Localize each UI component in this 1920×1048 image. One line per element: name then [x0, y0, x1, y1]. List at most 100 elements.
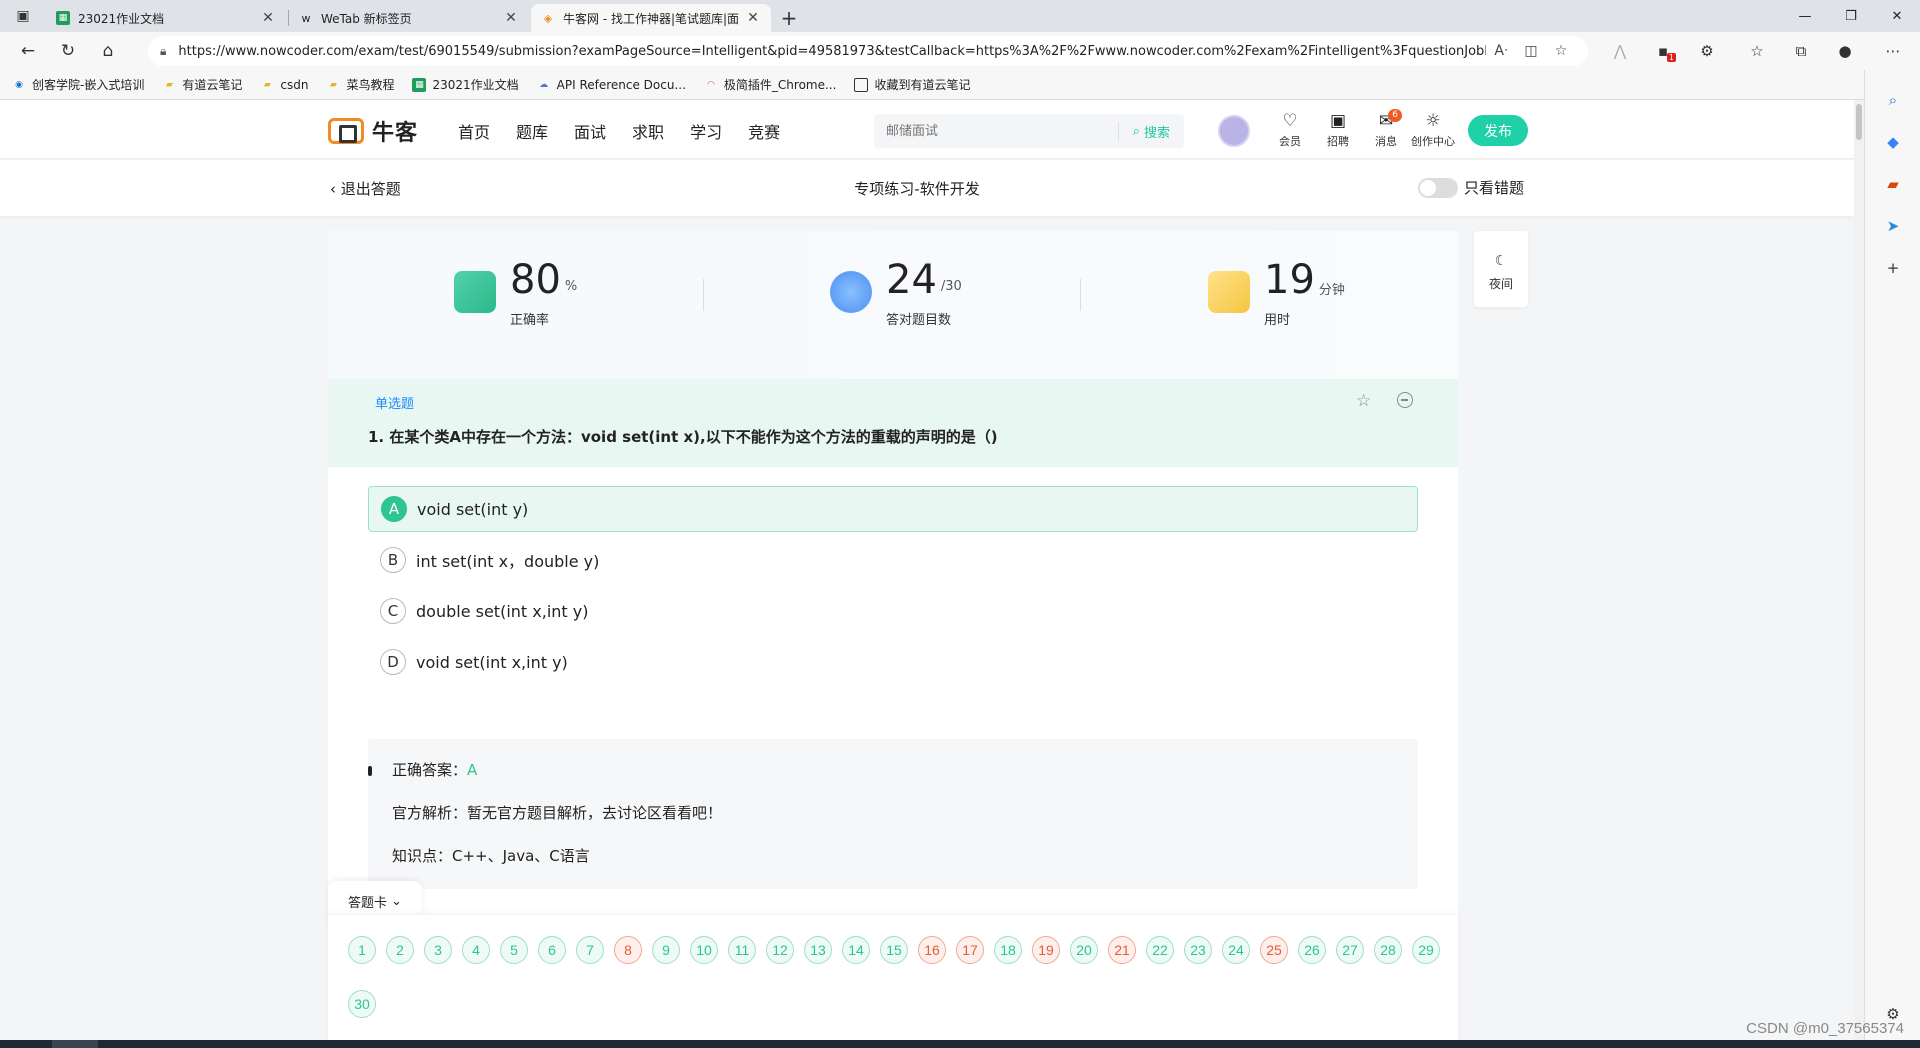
- profile-icon[interactable]: ●: [1830, 38, 1860, 64]
- answer-card-cell-4[interactable]: 4: [462, 936, 490, 964]
- answer-card-cell-28[interactable]: 28: [1374, 936, 1402, 964]
- avatar[interactable]: [1218, 115, 1250, 147]
- search-button[interactable]: ⌕ 搜索: [1117, 121, 1184, 141]
- answer-card-cell-6[interactable]: 6: [538, 936, 566, 964]
- bookmark-item[interactable]: ▰ csdn: [260, 78, 309, 92]
- answer-card-cell-18[interactable]: 18: [994, 936, 1022, 964]
- answer-card-cell-7[interactable]: 7: [576, 936, 604, 964]
- answer-card-cell-5[interactable]: 5: [500, 936, 528, 964]
- answer-card-cell-3[interactable]: 3: [424, 936, 452, 964]
- new-tab-button[interactable]: +: [773, 4, 805, 32]
- answer-card-cell-12[interactable]: 12: [766, 936, 794, 964]
- answer-card-cell-17[interactable]: 17: [956, 936, 984, 964]
- favorite-star-icon[interactable]: ☆: [1546, 43, 1576, 59]
- answer-card-cell-13[interactable]: 13: [804, 936, 832, 964]
- restore-icon[interactable]: ❐: [1828, 0, 1874, 32]
- extension-badge-icon[interactable]: ▪ 1: [1648, 38, 1678, 64]
- address-bar[interactable]: 🔒︎ https://www.nowcoder.com/exam/test/69…: [148, 36, 1588, 66]
- tools-icon[interactable]: ▰: [1883, 174, 1903, 194]
- option-c[interactable]: C double set(int x,int y): [368, 588, 1418, 634]
- night-mode-button[interactable]: ☾ 夜间: [1474, 231, 1528, 307]
- option-a[interactable]: A void set(int y): [368, 486, 1418, 532]
- stat-unit: 分钟: [1318, 283, 1345, 298]
- answer-card-cell-16[interactable]: 16: [918, 936, 946, 964]
- nav-question-bank[interactable]: 题库: [516, 119, 548, 143]
- extension-a-icon[interactable]: ⋀: [1605, 38, 1635, 64]
- answer-card-cell-25[interactable]: 25: [1260, 936, 1288, 964]
- add-icon[interactable]: +: [1883, 258, 1903, 278]
- nav-contest[interactable]: 竞赛: [748, 119, 780, 143]
- tab-actions-icon[interactable]: ▣: [0, 0, 46, 32]
- creator-center-button[interactable]: ☼ 创作中心: [1408, 111, 1458, 149]
- taskbar-item[interactable]: [52, 1040, 98, 1048]
- nowcoder-logo[interactable]: 牛客: [328, 115, 418, 147]
- message-button[interactable]: ✉ 6 消息: [1364, 109, 1408, 149]
- answer-card-cell-2[interactable]: 2: [386, 936, 414, 964]
- extension-badge-count: 1: [1666, 53, 1676, 62]
- answer-card-cell-1[interactable]: 1: [348, 936, 376, 964]
- nav-learning[interactable]: 学习: [690, 119, 722, 143]
- close-tab-icon[interactable]: ✕: [503, 10, 519, 26]
- close-window-icon[interactable]: ✕: [1874, 0, 1920, 32]
- answer-card-cell-20[interactable]: 20: [1070, 936, 1098, 964]
- answer-card-cell-9[interactable]: 9: [652, 936, 680, 964]
- answer-card-cell-27[interactable]: 27: [1336, 936, 1364, 964]
- option-d[interactable]: D void set(int x,int y): [368, 639, 1418, 685]
- answer-card-cell-21[interactable]: 21: [1108, 936, 1136, 964]
- wrong-only-toggle[interactable]: 只看错题: [1418, 177, 1524, 198]
- answer-card-cell-29[interactable]: 29: [1412, 936, 1440, 964]
- answer-card-cell-26[interactable]: 26: [1298, 936, 1326, 964]
- nav-interview[interactable]: 面试: [574, 119, 606, 143]
- bookmark-item[interactable]: ▰ 有道云笔记: [162, 76, 242, 93]
- collections-icon[interactable]: ⧉: [1786, 38, 1816, 64]
- browser-tab-1[interactable]: ▦ 23021作业文档 ✕: [46, 4, 286, 32]
- close-tab-icon[interactable]: ✕: [745, 10, 761, 26]
- lock-icon[interactable]: 🔒︎: [160, 44, 166, 59]
- close-tab-icon[interactable]: ✕: [260, 10, 276, 26]
- answer-card-cell-19[interactable]: 19: [1032, 936, 1060, 964]
- scrollbar[interactable]: [1854, 100, 1864, 1040]
- answer-card-cell-15[interactable]: 15: [880, 936, 908, 964]
- bookmark-item[interactable]: ▦ 23021作业文档: [412, 76, 519, 93]
- refresh-icon[interactable]: ↻: [48, 35, 88, 67]
- bookmark-item[interactable]: 收藏到有道云笔记: [854, 76, 970, 93]
- recruit-button[interactable]: ▣ 招聘: [1316, 111, 1360, 149]
- answer-card-cell-22[interactable]: 22: [1146, 936, 1174, 964]
- read-aloud-icon[interactable]: Aᐧ: [1486, 43, 1516, 59]
- scrollbar-thumb[interactable]: [1856, 104, 1862, 140]
- answer-card-cell-30[interactable]: 30: [348, 990, 376, 1018]
- favorites-icon[interactable]: ☆: [1742, 38, 1772, 64]
- publish-button[interactable]: 发布: [1468, 115, 1528, 146]
- nav-home[interactable]: 首页: [458, 119, 490, 143]
- nav-jobs[interactable]: 求职: [632, 119, 664, 143]
- browser-tab-2[interactable]: ᴡ WeTab 新标签页 ✕: [289, 4, 529, 32]
- split-screen-icon[interactable]: ◫: [1516, 43, 1546, 59]
- bookmark-item[interactable]: ◉ 创客学院-嵌入式培训: [12, 76, 144, 93]
- page-icon: [854, 77, 869, 92]
- option-b[interactable]: B int set(int x，double y): [368, 537, 1418, 583]
- answer-card-cell-23[interactable]: 23: [1184, 936, 1212, 964]
- extensions-icon[interactable]: ⚙︎: [1692, 38, 1722, 64]
- bookmark-item[interactable]: ◠ 极简插件_Chrome...: [704, 76, 836, 93]
- more-icon[interactable]: ⋯: [1878, 38, 1908, 64]
- bookmark-item[interactable]: ▰ 菜鸟教程: [326, 76, 394, 93]
- outlook-icon[interactable]: ➤: [1883, 216, 1903, 236]
- minimize-icon[interactable]: —: [1782, 0, 1828, 32]
- answer-card-cell-10[interactable]: 10: [690, 936, 718, 964]
- answer-card-cell-24[interactable]: 24: [1222, 936, 1250, 964]
- bookmark-item[interactable]: ☁ API Reference Docu...: [537, 78, 686, 92]
- answer-card-cell-8[interactable]: 8: [614, 936, 642, 964]
- browser-tab-3[interactable]: ◈ 牛客网 - 找工作神器|笔试题库|面 ✕: [531, 4, 771, 32]
- url-text[interactable]: https://www.nowcoder.com/exam/test/69015…: [178, 44, 1486, 59]
- home-icon[interactable]: ⌂: [88, 35, 128, 67]
- back-icon[interactable]: ←: [8, 35, 48, 67]
- collapse-icon[interactable]: [1397, 392, 1413, 408]
- answer-card-cell-14[interactable]: 14: [842, 936, 870, 964]
- favorite-star-icon[interactable]: ☆: [1356, 391, 1371, 411]
- toggle-switch[interactable]: [1418, 177, 1458, 198]
- search-icon[interactable]: ⌕: [1883, 90, 1903, 110]
- vip-button[interactable]: ♡ 会员: [1268, 111, 1312, 149]
- answer-card-cell-11[interactable]: 11: [728, 936, 756, 964]
- shopping-icon[interactable]: ◆: [1883, 132, 1903, 152]
- search-input[interactable]: [874, 114, 1118, 148]
